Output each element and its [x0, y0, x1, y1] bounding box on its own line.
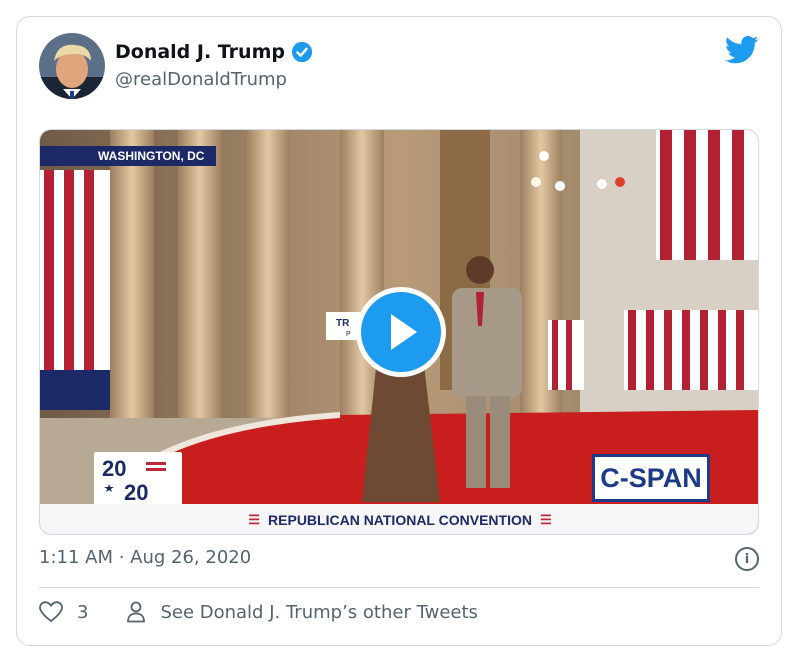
- rnc-2020-logo: 20 20: [94, 452, 182, 506]
- location-tag: WASHINGTON, DC: [40, 146, 217, 166]
- logo-bottom-text: 20: [124, 480, 148, 505]
- like-count: 3: [77, 601, 89, 623]
- banner-flag-left-icon: ☰: [248, 512, 261, 527]
- tweet-actions: 3 See Donald J. Trump’s other Tweets: [39, 601, 478, 623]
- other-tweets-link[interactable]: See Donald J. Trump’s other Tweets: [126, 601, 478, 623]
- tweet-timestamp[interactable]: 1:11 AM · Aug 26, 2020: [39, 547, 251, 568]
- event-banner: ☰ REPUBLICAN NATIONAL CONVENTION ☰: [40, 504, 758, 534]
- avatar[interactable]: [39, 33, 105, 99]
- play-button[interactable]: [356, 287, 446, 377]
- banner-text: REPUBLICAN NATIONAL CONVENTION: [268, 512, 532, 528]
- play-icon: [391, 314, 417, 350]
- network-logo: C-SPAN: [592, 454, 710, 502]
- twitter-bird-icon[interactable]: [725, 35, 759, 65]
- like-button[interactable]: 3: [39, 601, 88, 623]
- other-tweets-label: See Donald J. Trump’s other Tweets: [160, 601, 478, 623]
- podium-sign-bottom: P: [346, 331, 351, 338]
- video-player[interactable]: TR P WASHINGTON, DC 20 20 C-SPAN ☰ REPUB…: [39, 129, 759, 535]
- podium-sign-top: TR: [336, 318, 350, 329]
- info-icon[interactable]: i: [735, 547, 759, 571]
- handle[interactable]: @realDonaldTrump: [115, 69, 287, 90]
- divider: [39, 587, 759, 588]
- verified-badge-icon: [291, 41, 313, 63]
- tweet-card: Donald J. Trump @realDonaldTrump TR P WA…: [16, 16, 782, 646]
- person-icon: [127, 601, 146, 623]
- banner-flag-right-icon: ☰: [539, 512, 552, 527]
- display-name[interactable]: Donald J. Trump: [115, 41, 285, 63]
- logo-top-text: 20: [102, 456, 126, 481]
- heart-icon: [39, 601, 63, 623]
- author-name-row: Donald J. Trump: [115, 41, 313, 63]
